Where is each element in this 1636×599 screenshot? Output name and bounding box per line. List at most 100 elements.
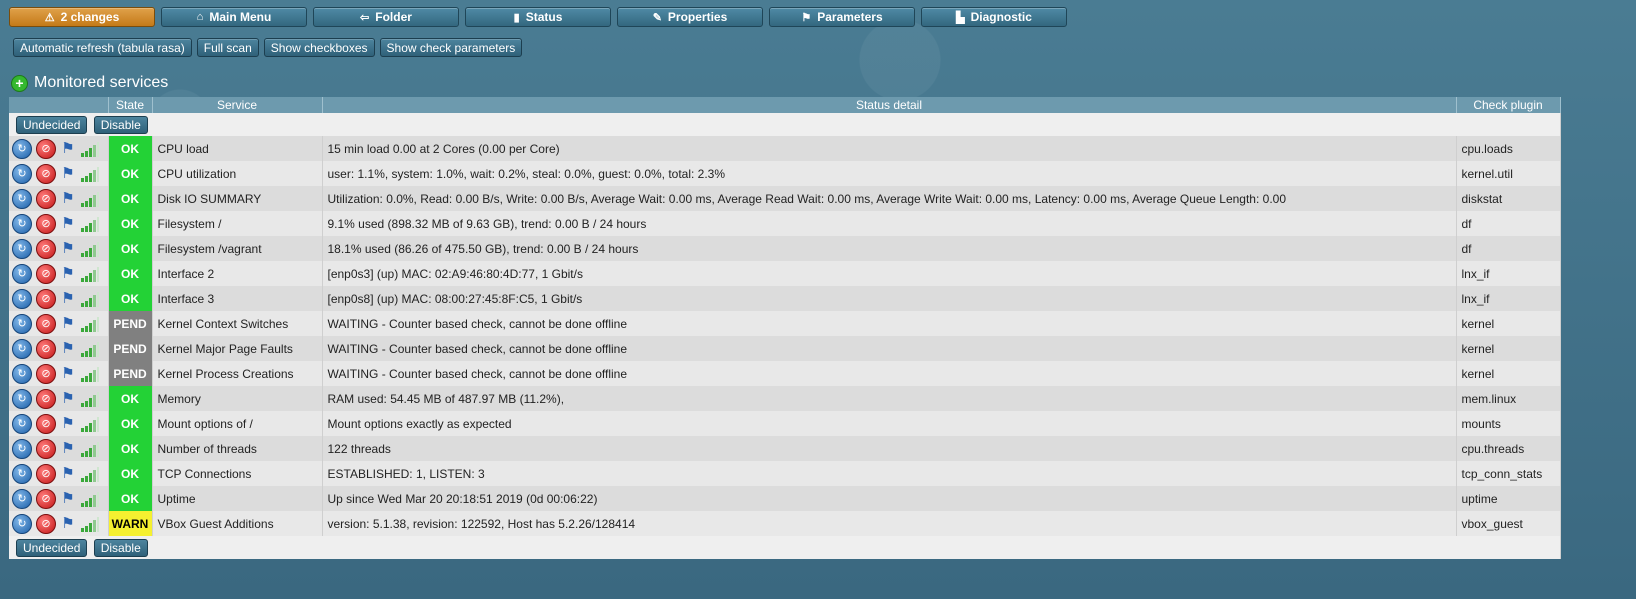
table-row: ↻ ⊘ ⚑ OK Memory RAM used: 54.45 MB of 487.97 … [9,386,1561,411]
disable-service-icon[interactable]: ⊘ [36,238,56,259]
check-plugin: mounts [1456,411,1561,436]
service-name: VBox Guest Additions [152,511,323,536]
rescan-icon[interactable]: ↻ [12,138,32,159]
rescan-icon[interactable]: ↻ [12,288,32,309]
disable-service-icon[interactable]: ⊘ [36,413,56,434]
rescan-icon[interactable]: ↻ [12,213,32,234]
pencil-icon: ✎ [652,11,662,24]
rescan-icon[interactable]: ↻ [12,238,32,259]
undecided-button[interactable]: Undecided [16,115,88,134]
section-header[interactable]: + Monitored services [11,74,168,92]
parameters-icon[interactable]: ⚑ [60,264,76,284]
parameters-icon[interactable]: ⚑ [60,439,76,459]
menu-2-changes-button[interactable]: ⚠ 2 changes [9,7,155,27]
full-scan-button[interactable]: Full scan [196,38,259,57]
signal-bars-icon [81,191,99,207]
disable-service-icon[interactable]: ⊘ [36,338,56,359]
rescan-icon[interactable]: ↻ [12,388,32,409]
parameters-icon[interactable]: ⚑ [60,164,76,184]
show-checkboxes-button[interactable]: Show checkboxes [263,38,375,57]
state-column-header: State [108,97,153,113]
menu-diagnostic-button[interactable]: ▙ Diagnostic [921,7,1067,27]
menu-parameters-button[interactable]: ⚑ Parameters [769,7,915,27]
check-plugin: lnx_if [1456,286,1561,311]
rescan-icon[interactable]: ↻ [12,313,32,334]
menu-status-button[interactable]: ▮ Status [465,7,611,27]
state-badge: PEND [108,361,153,386]
parameters-icon[interactable]: ⚑ [60,239,76,259]
service-name: Interface 3 [152,286,323,311]
disable-service-icon[interactable]: ⊘ [36,213,56,234]
check-plugin: tcp_conn_stats [1456,461,1561,486]
row-actions: ↻ ⊘ ⚑ [9,461,109,486]
parameters-icon[interactable]: ⚑ [60,364,76,384]
parameters-icon[interactable]: ⚑ [60,214,76,234]
signal-bars-icon [81,316,99,332]
disable-service-icon[interactable]: ⊘ [36,288,56,309]
signal-bars-icon [81,341,99,357]
signal-bars-icon [81,241,99,257]
parameters-icon[interactable]: ⚑ [60,189,76,209]
disable-service-icon[interactable]: ⊘ [36,138,56,159]
rescan-icon[interactable]: ↻ [12,463,32,484]
menu-properties-button[interactable]: ✎ Properties [617,7,763,27]
automatic-refresh-button[interactable]: Automatic refresh (tabula rasa) [13,38,192,57]
state-badge: OK [108,136,153,161]
table-row: ↻ ⊘ ⚑ OK Interface 2 [enp0s3] (up) MAC: 02:A9… [9,261,1561,286]
rescan-icon[interactable]: ↻ [12,488,32,509]
status-detail: Mount options exactly as expected [322,411,1457,436]
signal-bars-icon [81,141,99,157]
service-name: Kernel Process Creations [152,361,323,386]
status-detail: version: 5.1.38, revision: 122592, Host … [322,511,1457,536]
expand-plus-icon[interactable]: + [11,74,28,92]
parameters-icon[interactable]: ⚑ [60,489,76,509]
menu-label: Folder [375,10,412,24]
signal-bars-icon [81,466,99,482]
rescan-icon[interactable]: ↻ [12,438,32,459]
disable-service-icon[interactable]: ⊘ [36,363,56,384]
menu-folder-button[interactable]: ⇦ Folder [313,7,459,27]
action-buttons: Automatic refresh (tabula rasa) Full sca… [13,38,523,57]
parameters-icon[interactable]: ⚑ [60,514,76,534]
bulk-actions-row-top: Undecided Disable [9,113,1561,136]
disable-service-icon[interactable]: ⊘ [36,163,56,184]
parameters-icon[interactable]: ⚑ [60,314,76,334]
show-check-parameters-button[interactable]: Show check parameters [379,38,523,57]
status-detail: [enp0s8] (up) MAC: 08:00:27:45:8F:C5, 1 … [322,286,1457,311]
check-plugin: vbox_guest [1456,511,1561,536]
disable-service-icon[interactable]: ⊘ [36,188,56,209]
parameters-icon[interactable]: ⚑ [60,414,76,434]
state-badge: OK [108,186,153,211]
disable-service-icon[interactable]: ⊘ [36,388,56,409]
menu-label: Status [525,10,563,24]
parameters-icon[interactable]: ⚑ [60,464,76,484]
rescan-icon[interactable]: ↻ [12,263,32,284]
rescan-icon[interactable]: ↻ [12,513,32,534]
disable-service-icon[interactable]: ⊘ [36,313,56,334]
check-plugin: cpu.loads [1456,136,1561,161]
rescan-icon[interactable]: ↻ [12,188,32,209]
parameters-icon[interactable]: ⚑ [60,389,76,409]
menu-main-menu-button[interactable]: ⌂ Main Menu [161,7,307,27]
parameters-icon[interactable]: ⚑ [60,339,76,359]
disable-button[interactable]: Disable [93,538,148,557]
disable-service-icon[interactable]: ⊘ [36,488,56,509]
rescan-icon[interactable]: ↻ [12,363,32,384]
status-icon: ▮ [513,11,520,24]
row-actions: ↻ ⊘ ⚑ [9,336,109,361]
disable-service-icon[interactable]: ⊘ [36,463,56,484]
parameters-icon[interactable]: ⚑ [60,139,76,159]
state-badge: OK [108,411,153,436]
status-detail: user: 1.1%, system: 1.0%, wait: 0.2%, st… [322,161,1457,186]
parameters-icon[interactable]: ⚑ [60,289,76,309]
rescan-icon[interactable]: ↻ [12,413,32,434]
disable-service-icon[interactable]: ⊘ [36,513,56,534]
disable-button[interactable]: Disable [93,115,148,134]
disable-service-icon[interactable]: ⊘ [36,263,56,284]
undecided-button[interactable]: Undecided [16,538,88,557]
rescan-icon[interactable]: ↻ [12,338,32,359]
disable-service-icon[interactable]: ⊘ [36,438,56,459]
rescan-icon[interactable]: ↻ [12,163,32,184]
row-actions: ↻ ⊘ ⚑ [9,386,109,411]
state-badge: OK [108,261,153,286]
